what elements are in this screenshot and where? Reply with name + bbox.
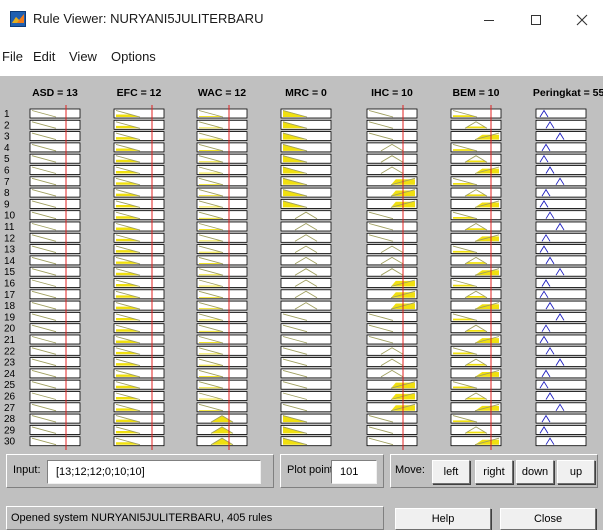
row-label: 17: [4, 290, 16, 301]
rule-cell: [535, 244, 587, 255]
menu-file[interactable]: File: [2, 49, 23, 64]
move-label: Move:: [395, 464, 425, 476]
rule-cell: [535, 210, 587, 221]
row-label: 5: [4, 154, 10, 165]
matlab-icon: [10, 11, 26, 27]
row-label: 26: [4, 392, 16, 403]
row-label: 2: [4, 120, 10, 131]
row-label: 24: [4, 369, 16, 380]
column-header: ASD = 13: [32, 87, 78, 99]
rule-cell: [535, 379, 587, 390]
move-right-button[interactable]: right: [475, 460, 513, 484]
close-icon: [576, 14, 588, 26]
row-label: 8: [4, 188, 10, 199]
rule-cell: [535, 278, 587, 288]
column-header: Peringkat = 55.8: [533, 87, 603, 99]
column-header: IHC = 10: [371, 87, 413, 99]
plot-points-field[interactable]: 101: [331, 460, 377, 484]
row-label: 18: [4, 301, 16, 312]
row-label: 3: [4, 132, 10, 143]
minimize-button[interactable]: [466, 6, 512, 34]
row-label: 12: [4, 233, 16, 244]
row-label: 11: [4, 222, 15, 233]
column-header: BEM = 10: [453, 87, 500, 99]
row-label: 7: [4, 177, 10, 188]
rule-cell: [535, 131, 587, 141]
menu-edit[interactable]: Edit: [33, 49, 55, 64]
row-label: 29: [4, 425, 16, 436]
close-window-button[interactable]: [559, 6, 603, 34]
column-header: WAC = 12: [198, 87, 246, 99]
row-label: 13: [4, 245, 16, 256]
move-left-button[interactable]: left: [432, 460, 470, 484]
row-label: 21: [4, 335, 16, 346]
maximize-icon: [531, 15, 541, 25]
row-label: 23: [4, 358, 16, 369]
column-header: EFC = 12: [117, 87, 162, 99]
row-label: 27: [4, 403, 16, 414]
rule-cell: [535, 436, 587, 447]
menu-bar: File Edit View Options: [0, 44, 603, 70]
input-field[interactable]: [13;12;12;0;10;10]: [47, 460, 261, 484]
row-label: 16: [4, 279, 16, 290]
rule-cell: [535, 300, 587, 311]
rule-cell: [535, 413, 587, 424]
rule-cell: [535, 142, 587, 153]
menu-view[interactable]: View: [69, 49, 97, 64]
row-label: 28: [4, 414, 16, 425]
window-title: Rule Viewer: NURYANI5JULITERBARU: [33, 11, 264, 26]
row-label: 1: [4, 109, 10, 120]
row-label: 4: [4, 143, 10, 154]
rule-cell: [535, 221, 587, 232]
title-bar: Rule Viewer: NURYANI5JULITERBARU: [0, 0, 603, 40]
move-up-button[interactable]: up: [557, 460, 595, 484]
rule-cell: [535, 108, 587, 119]
rule-cell: [535, 357, 587, 368]
maximize-button[interactable]: [513, 6, 559, 34]
rule-cell: [535, 345, 587, 356]
rule-cell: [535, 368, 587, 379]
rule-grid: ASD = 13 EFC = 12 WAC = 12 MRC = 0 IHC = 10 B…: [4, 87, 603, 450]
help-button[interactable]: Help: [395, 508, 491, 530]
rule-cell: [535, 334, 587, 345]
move-down-button[interactable]: down: [516, 460, 554, 484]
rule-cell: [535, 266, 587, 277]
row-label: 14: [4, 256, 16, 267]
row-label: 22: [4, 346, 16, 357]
rule-cell: [535, 402, 587, 413]
rule-cell: [535, 323, 587, 334]
rule-cell: [535, 119, 587, 130]
row-label: 9: [4, 199, 10, 210]
row-label: 15: [4, 267, 16, 278]
rule-cell: [535, 289, 587, 300]
rule-cell: [535, 255, 587, 266]
rule-cell: [535, 165, 587, 175]
rule-cell: [535, 187, 587, 198]
row-label: 19: [4, 312, 16, 323]
menu-options[interactable]: Options: [111, 49, 156, 64]
close-button[interactable]: Close: [500, 508, 596, 530]
rule-cell: [535, 199, 587, 209]
rule-cell: [535, 176, 587, 187]
input-frame: Input: [13;12;12;0;10;10]: [6, 454, 274, 488]
column-header: MRC = 0: [285, 87, 327, 99]
rule-cell: [535, 424, 587, 435]
row-label: 20: [4, 324, 16, 335]
rule-plot-area[interactable]: ASD = 13 EFC = 12 WAC = 12 MRC = 0 IHC = 10 B…: [0, 76, 603, 450]
row-label: 30: [4, 437, 16, 448]
row-label: 6: [4, 166, 10, 177]
move-frame: Move: left right down up: [390, 454, 598, 488]
control-panel: Input: [13;12;12;0;10;10] Plot points: 1…: [0, 450, 603, 530]
rule-cell: [535, 153, 587, 164]
minimize-icon: [484, 20, 494, 21]
rule-cell: [535, 232, 587, 243]
status-bar: Opened system NURYANI5JULITERBARU, 405 r…: [6, 506, 384, 530]
rule-cell: [535, 391, 587, 401]
input-label: Input:: [13, 464, 41, 476]
rule-cell: [535, 311, 587, 322]
plot-points-frame: Plot points: 101: [280, 454, 384, 488]
row-label: 25: [4, 380, 16, 391]
row-label: 10: [4, 211, 16, 222]
